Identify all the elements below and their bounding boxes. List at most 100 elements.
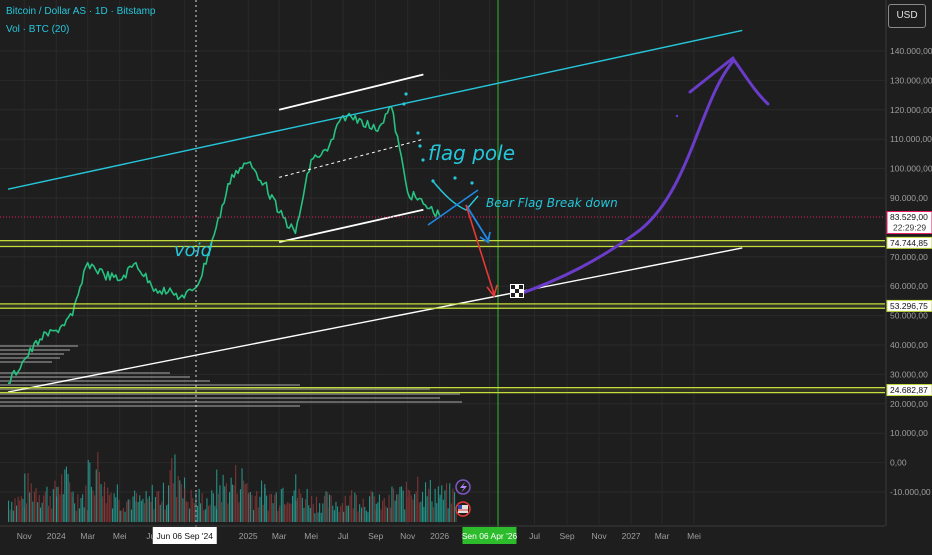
volume-bar [75, 510, 77, 522]
volume-bar [166, 505, 168, 522]
currency-badge[interactable]: USD [888, 4, 926, 28]
volume-bar [344, 495, 346, 522]
volume-bar [405, 481, 407, 522]
volume-bar [116, 484, 118, 522]
volume-bar [429, 479, 431, 522]
volume-bar [409, 490, 411, 522]
volume-bar [162, 482, 164, 522]
volume-bar [305, 499, 307, 522]
volume-bar [121, 510, 123, 522]
volume-bar [94, 495, 96, 522]
price-tick-label: -10.000,00 [890, 487, 931, 497]
volume-bar [92, 490, 94, 522]
volume-bar [433, 507, 435, 522]
volume-bar [447, 508, 449, 522]
volume-bar [187, 501, 189, 522]
volume-bar [209, 504, 211, 522]
volume-bar [40, 507, 42, 522]
volume-bar [311, 496, 313, 522]
crosshair-date-text: Jun 06 Sep '24 [157, 531, 214, 541]
volume-bar [64, 469, 66, 522]
volume-bar [77, 494, 79, 522]
volume-bar [154, 497, 156, 522]
volume-bar [134, 490, 136, 522]
time-tick-label: Mei [304, 531, 318, 541]
volume-bar [428, 488, 430, 522]
volume-bar [217, 493, 219, 522]
volume-bar [22, 498, 24, 522]
volume-bar [174, 454, 176, 522]
volume-bar [212, 493, 214, 522]
volume-profile-bar [0, 393, 460, 395]
volume-bar [246, 483, 248, 522]
volume-profile-bar [0, 361, 52, 363]
volume-bar [407, 489, 409, 522]
volume-bar [253, 510, 255, 522]
support-zone-74k [0, 240, 885, 247]
volume-bar [147, 498, 149, 522]
volume-bar [98, 471, 100, 522]
volume-bar [158, 490, 160, 522]
volume-bar [180, 484, 182, 522]
price-tick-label: 10.000,00 [890, 428, 928, 438]
time-tick-label: Nov [17, 531, 33, 541]
volume-bar [272, 503, 274, 522]
volume-bar [380, 509, 382, 522]
volume-bar [233, 485, 235, 522]
volume-bar [229, 492, 231, 522]
volume-bar [431, 501, 433, 522]
volume-bar [329, 494, 331, 522]
volume-bar [19, 500, 21, 522]
volume-bar [372, 492, 374, 522]
volume-bar [315, 496, 317, 522]
volume-bar [164, 509, 166, 522]
finish-flag-square [511, 293, 515, 297]
volume-bar [12, 510, 14, 522]
volume-bar [221, 502, 223, 522]
flag-dot [421, 158, 425, 162]
volume-title[interactable]: Vol · BTC (20) [6, 24, 69, 35]
volume-bar [386, 507, 388, 522]
volume-bar [269, 494, 271, 522]
volume-bar [110, 492, 112, 522]
volume-bar [359, 512, 361, 522]
volume-bar [150, 501, 152, 522]
price-axis[interactable]: 140.000,00 130.000,00 120.000,00 110.000,00… [885, 0, 932, 550]
volume-bar [78, 508, 80, 522]
price-tick-label: 0,00 [890, 458, 907, 468]
volume-bar [262, 504, 264, 522]
flag-dot [402, 102, 406, 106]
volume-bar [444, 490, 446, 522]
chart-svg[interactable]: void flag pole Bear Flag Break down 140.00… [0, 0, 932, 550]
volume-bar [201, 493, 203, 522]
support-zone-24k [0, 387, 885, 393]
chart-area[interactable]: void flag pole Bear Flag Break down 140.00… [0, 0, 932, 550]
volume-bar [105, 503, 107, 522]
volume-bar [343, 511, 345, 522]
volume-bar [82, 494, 84, 522]
volume-bar [390, 507, 392, 522]
volume-bar [279, 505, 281, 522]
volume-bar [235, 465, 237, 522]
volume-bar [32, 501, 34, 522]
volume-bar [373, 496, 375, 522]
volume-bar [132, 496, 134, 522]
volume-bar [382, 500, 384, 522]
volume-bar [364, 506, 366, 522]
price-tick-label: 120.000,00 [890, 105, 932, 115]
volume-bar [259, 496, 261, 522]
volume-bar [256, 491, 258, 522]
volume-bar [236, 493, 238, 522]
volume-bar [420, 501, 422, 522]
price-tick-label: 70.000,00 [890, 252, 928, 262]
volume-bar [295, 500, 297, 522]
volume-bar [80, 498, 82, 522]
volume-bar [414, 494, 416, 522]
volume-bar [37, 502, 39, 522]
volume-bar [394, 500, 396, 522]
flag-dot [416, 131, 420, 135]
volume-bar [35, 487, 37, 522]
symbol-title[interactable]: Bitcoin / Dollar AS · 1D · Bitstamp [6, 6, 156, 17]
volume-bar [70, 492, 72, 522]
price-tick-label: 50.000,00 [890, 311, 928, 321]
